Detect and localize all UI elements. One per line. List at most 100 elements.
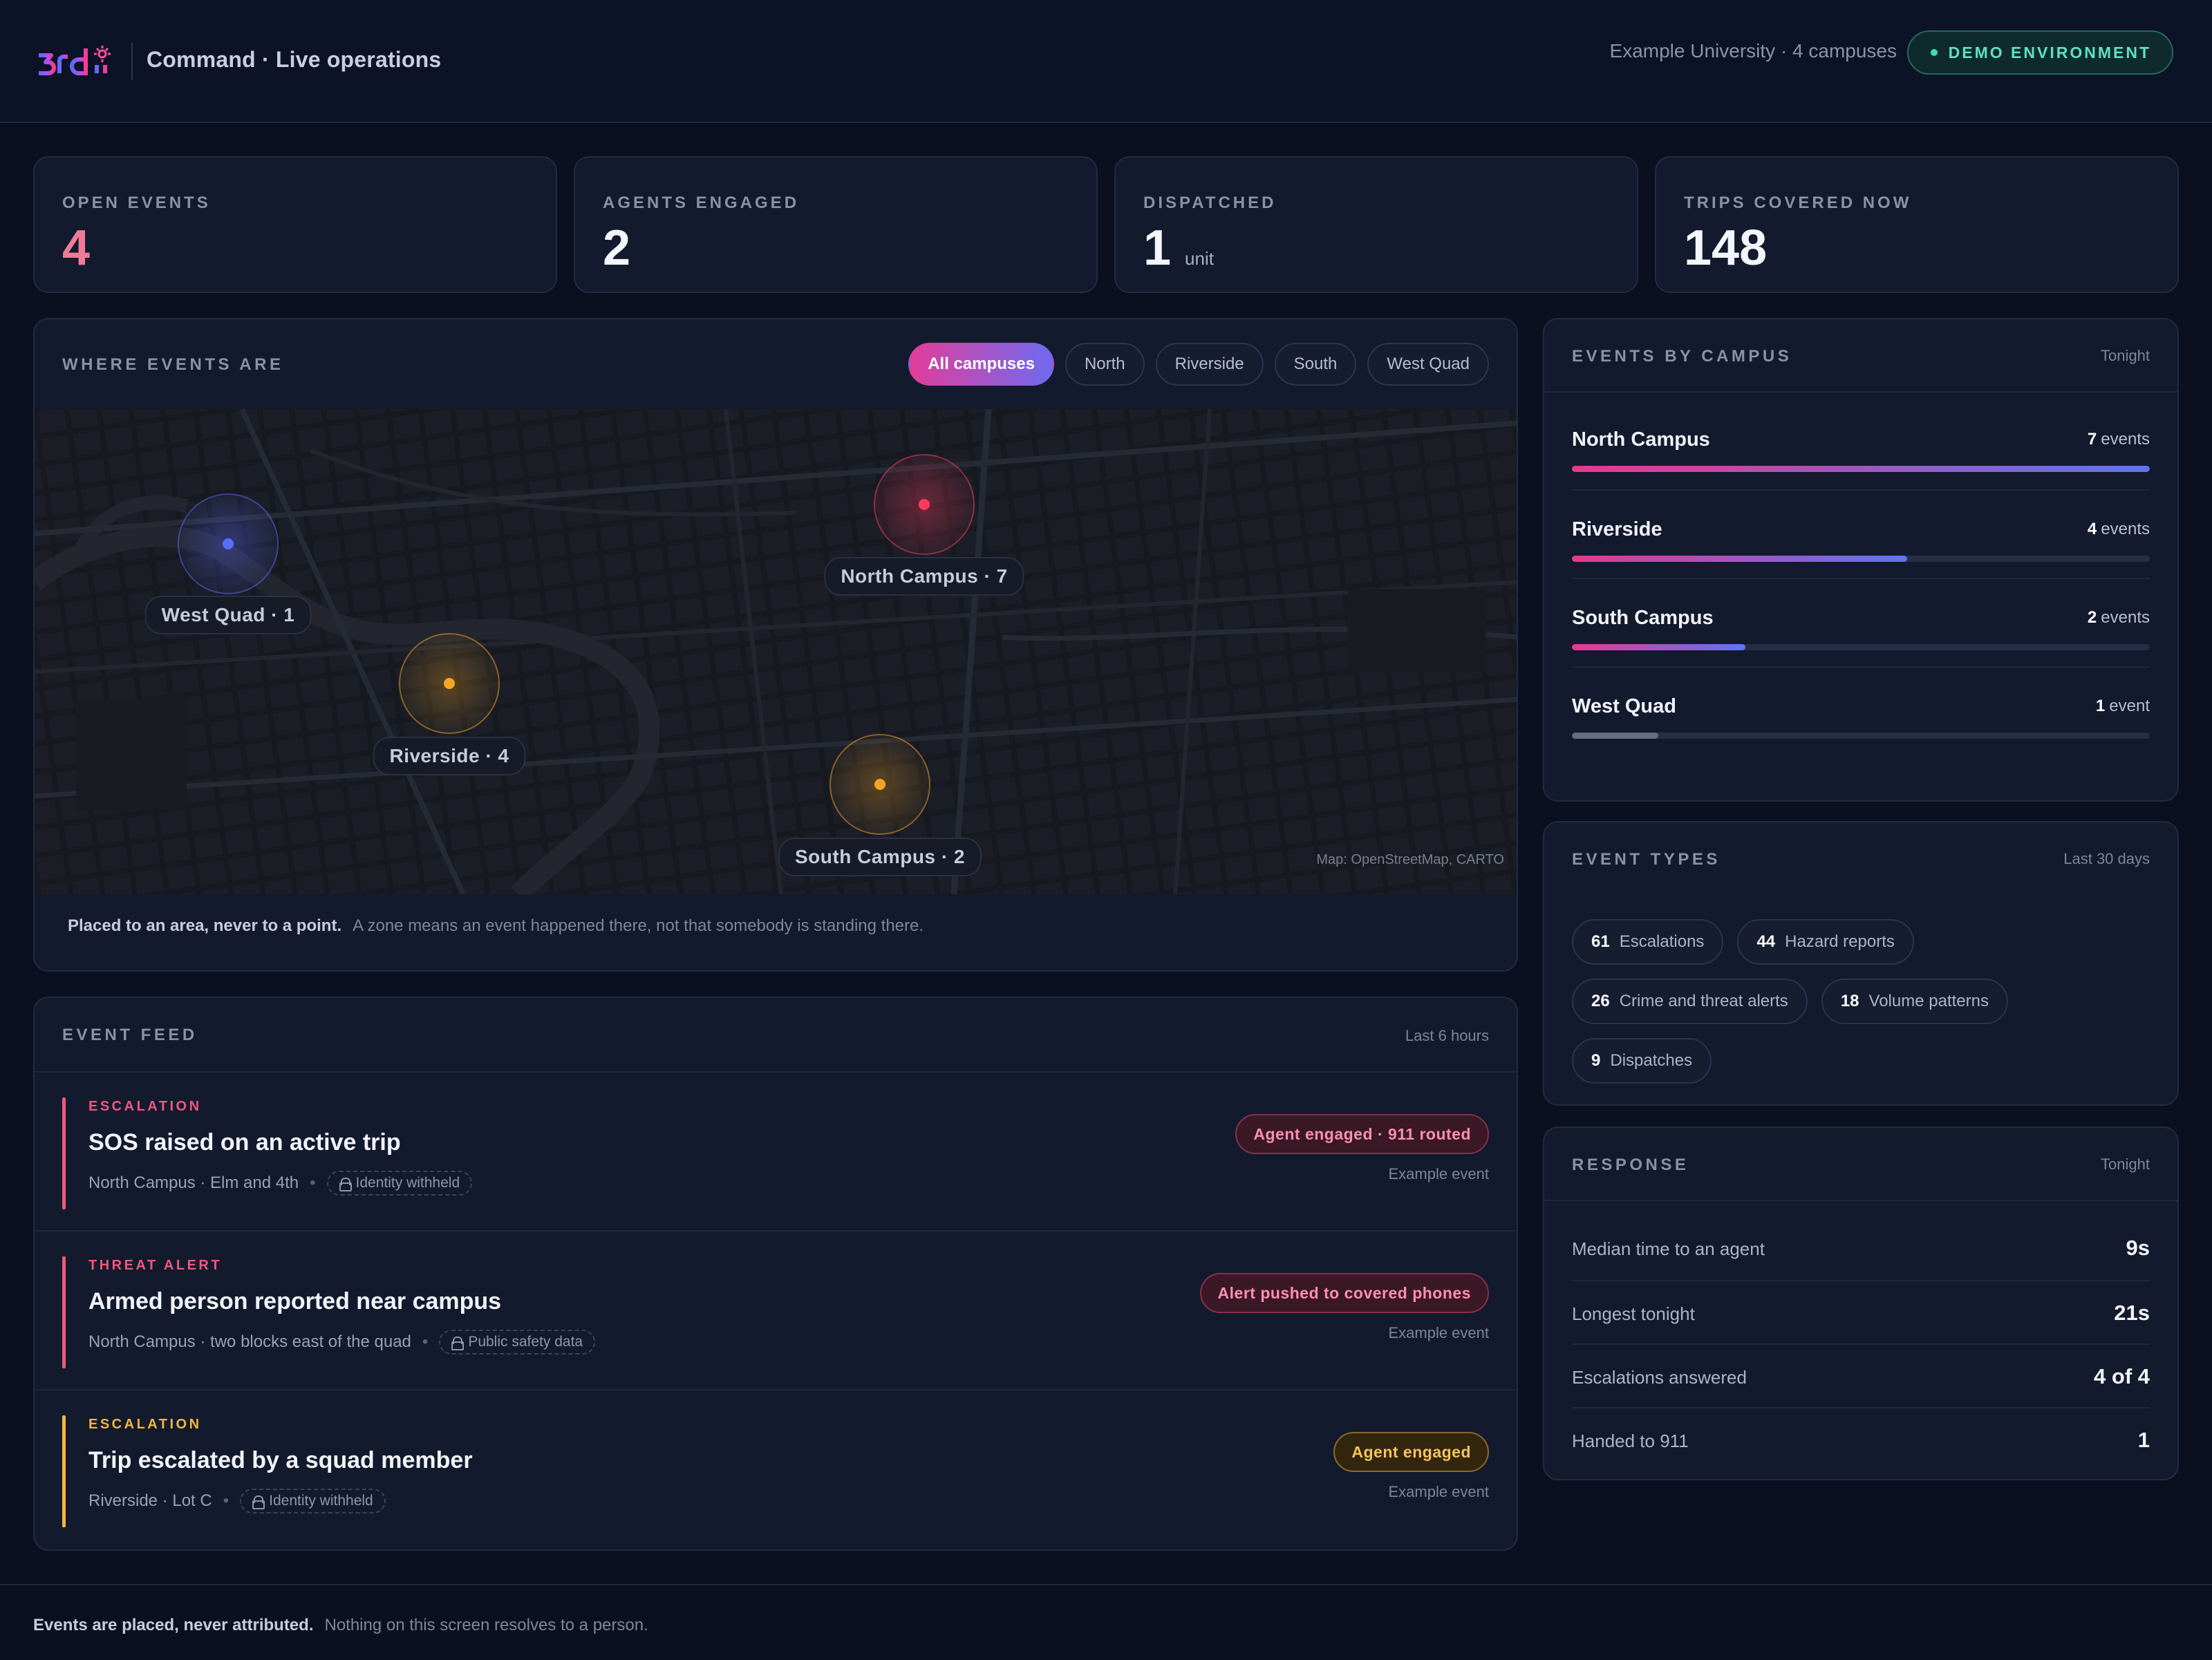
- campus-bar-track: [1572, 556, 2150, 562]
- campus-filter-group: All campuses North Riverside South West …: [908, 343, 1489, 386]
- response-row: Longest tonight 21s: [1572, 1280, 2150, 1343]
- feed-item-location-text: North Campus · Elm and 4th: [88, 1173, 299, 1192]
- severity-bar: [62, 1256, 66, 1368]
- feed-item-note: Example event: [1388, 1165, 1489, 1182]
- event-type-chip[interactable]: 44 Hazard reports: [1737, 919, 1914, 965]
- by-campus-title: EVENTS BY CAMPUS: [1572, 347, 1792, 366]
- zone-riverside[interactable]: [399, 633, 500, 734]
- map-section-title: WHERE EVENTS ARE: [62, 355, 284, 374]
- event-type-chip[interactable]: 9 Dispatches: [1572, 1038, 1712, 1084]
- response-card: RESPONSE Tonight Median time to an agent…: [1543, 1126, 2179, 1480]
- zone-south-campus[interactable]: [830, 734, 930, 835]
- campus-name: Riverside: [1572, 518, 1662, 540]
- event-type-chip[interactable]: 26 Crime and threat alerts: [1572, 979, 1808, 1024]
- event-type-chip[interactable]: 61 Escalations: [1572, 919, 1724, 965]
- divider: [1544, 391, 2177, 393]
- environment-badge: DEMO ENVIRONMENT: [1906, 30, 2173, 75]
- feed-item-kind: THREAT ALERT: [88, 1258, 223, 1273]
- feed-item-location-text: Riverside · Lot C: [88, 1491, 212, 1510]
- map-note-text: A zone means an event happened there, no…: [353, 916, 924, 935]
- by-campus-meta: Tonight: [2101, 347, 2150, 364]
- map-basemap: [35, 409, 1517, 894]
- top-bar: Command · Live operations Example Univer…: [0, 0, 2212, 123]
- filter-south[interactable]: South: [1274, 343, 1357, 386]
- lock-icon: [252, 1496, 265, 1509]
- privacy-tag: Identity withheld: [326, 1171, 473, 1196]
- response-value: 21s: [2114, 1301, 2150, 1325]
- environment-badge-label: DEMO ENVIRONMENT: [1948, 43, 2151, 62]
- response-value: 4 of 4: [2094, 1364, 2150, 1388]
- kpi-agents-engaged: AGENTS ENGAGED 2: [574, 156, 1098, 293]
- feed-item-location-text: North Campus · two blocks east of the qu…: [88, 1332, 411, 1351]
- events-by-campus-card: EVENTS BY CAMPUS Tonight North Campus 7e…: [1543, 318, 2179, 802]
- zone-label-north-campus: North Campus · 7: [824, 557, 1024, 596]
- feed-item-note: Example event: [1388, 1324, 1489, 1341]
- response-title: RESPONSE: [1572, 1156, 1689, 1174]
- event-type-chip[interactable]: 18 Volume patterns: [1821, 979, 2008, 1024]
- kpi-trips-covered: TRIPS COVERED NOW 148: [1655, 156, 2179, 293]
- event-zone-map[interactable]: West Quad · 1 North Campus · 7 Riverside…: [35, 409, 1517, 894]
- map-note: Placed to an area, never to a point. A zo…: [68, 916, 924, 936]
- kpi-value: 2: [603, 220, 631, 276]
- campus-bar-fill: [1572, 733, 1659, 739]
- footer-note: Nothing on this screen resolves to a per…: [324, 1616, 648, 1634]
- kpi-unit: unit: [1185, 248, 1214, 269]
- campus-bar-fill: [1572, 644, 1745, 650]
- response-row: Median time to an agent 9s: [1572, 1216, 2150, 1280]
- kpi-label: OPEN EVENTS: [62, 194, 211, 212]
- feed-item[interactable]: THREAT ALERT Armed person reported near …: [35, 1230, 1517, 1389]
- event-type-chips: 61 Escalations 44 Hazard reports 26 Crime a…: [1572, 919, 2150, 1084]
- campus-bar-track: [1572, 466, 2150, 472]
- feed-item-title: Armed person reported near campus: [88, 1288, 502, 1314]
- response-label: Median time to an agent: [1572, 1238, 1765, 1259]
- map-card: WHERE EVENTS ARE All campuses North Rive…: [33, 318, 1518, 972]
- lock-icon: [339, 1178, 352, 1191]
- separator-dot: •: [422, 1332, 429, 1351]
- privacy-tag: Identity withheld: [240, 1489, 386, 1513]
- privacy-tag-label: Identity withheld: [269, 1493, 373, 1509]
- campus-row[interactable]: West Quad 1 event: [1572, 666, 2150, 755]
- footer-strong: Events are placed, never attributed.: [33, 1616, 314, 1634]
- campus-row[interactable]: Riverside 4 events: [1572, 489, 2150, 578]
- kpi-label: TRIPS COVERED NOW: [1684, 194, 1912, 212]
- feed-item-status: Alert pushed to covered phones: [1199, 1273, 1489, 1313]
- privacy-tag-label: Identity withheld: [355, 1175, 460, 1191]
- feed-title: EVENT FEED: [62, 1026, 198, 1044]
- zone-north-campus[interactable]: [874, 454, 975, 555]
- feed-meta: Last 6 hours: [1405, 1027, 1489, 1044]
- response-label: Longest tonight: [1572, 1303, 1695, 1324]
- app-title: Command · Live operations: [147, 47, 442, 72]
- map-attribution: Map: OpenStreetMap, CARTO: [1316, 852, 1504, 867]
- divider: [1544, 1200, 2177, 1201]
- feed-item[interactable]: ESCALATION SOS raised on an active trip …: [35, 1071, 1517, 1230]
- campus-row[interactable]: North Campus 7 events: [1572, 401, 2150, 489]
- zone-label-south-campus: South Campus · 2: [778, 838, 982, 876]
- logo-divider: [131, 43, 133, 80]
- feed-item-title: SOS raised on an active trip: [88, 1129, 401, 1156]
- response-label: Handed to 911: [1572, 1431, 1689, 1451]
- campus-count: 1 event: [2095, 697, 2150, 715]
- campus-count: 4 events: [2087, 520, 2150, 538]
- filter-all-campuses[interactable]: All campuses: [908, 343, 1054, 386]
- feed-item-title: Trip escalated by a squad member: [88, 1447, 473, 1473]
- kpi-value: 148: [1684, 220, 1768, 276]
- event-feed-card: EVENT FEED Last 6 hours ESCALATION SOS r…: [33, 997, 1518, 1551]
- campus-count: 7 events: [2087, 430, 2150, 449]
- response-value: 9s: [2126, 1236, 2150, 1260]
- severity-bar: [62, 1415, 66, 1527]
- campus-name: South Campus: [1572, 607, 1714, 629]
- campus-name: West Quad: [1572, 695, 1676, 717]
- filter-north[interactable]: North: [1065, 343, 1145, 386]
- kpi-value: 4: [62, 220, 91, 276]
- campus-bar-track: [1572, 644, 2150, 650]
- filter-riverside[interactable]: Riverside: [1155, 343, 1264, 386]
- feed-item-location: Riverside · Lot C • Identity withheld: [88, 1489, 386, 1513]
- filter-west-quad[interactable]: West Quad: [1367, 343, 1489, 386]
- campus-bar-fill: [1572, 466, 2150, 472]
- campus-row[interactable]: South Campus 2 events: [1572, 578, 2150, 666]
- feed-item[interactable]: ESCALATION Trip escalated by a squad mem…: [35, 1389, 1517, 1548]
- zone-west-quad[interactable]: [178, 493, 279, 594]
- zone-label-west-quad: West Quad · 1: [144, 596, 312, 634]
- zone-label-riverside: Riverside · 4: [373, 737, 526, 775]
- response-label: Escalations answered: [1572, 1367, 1747, 1388]
